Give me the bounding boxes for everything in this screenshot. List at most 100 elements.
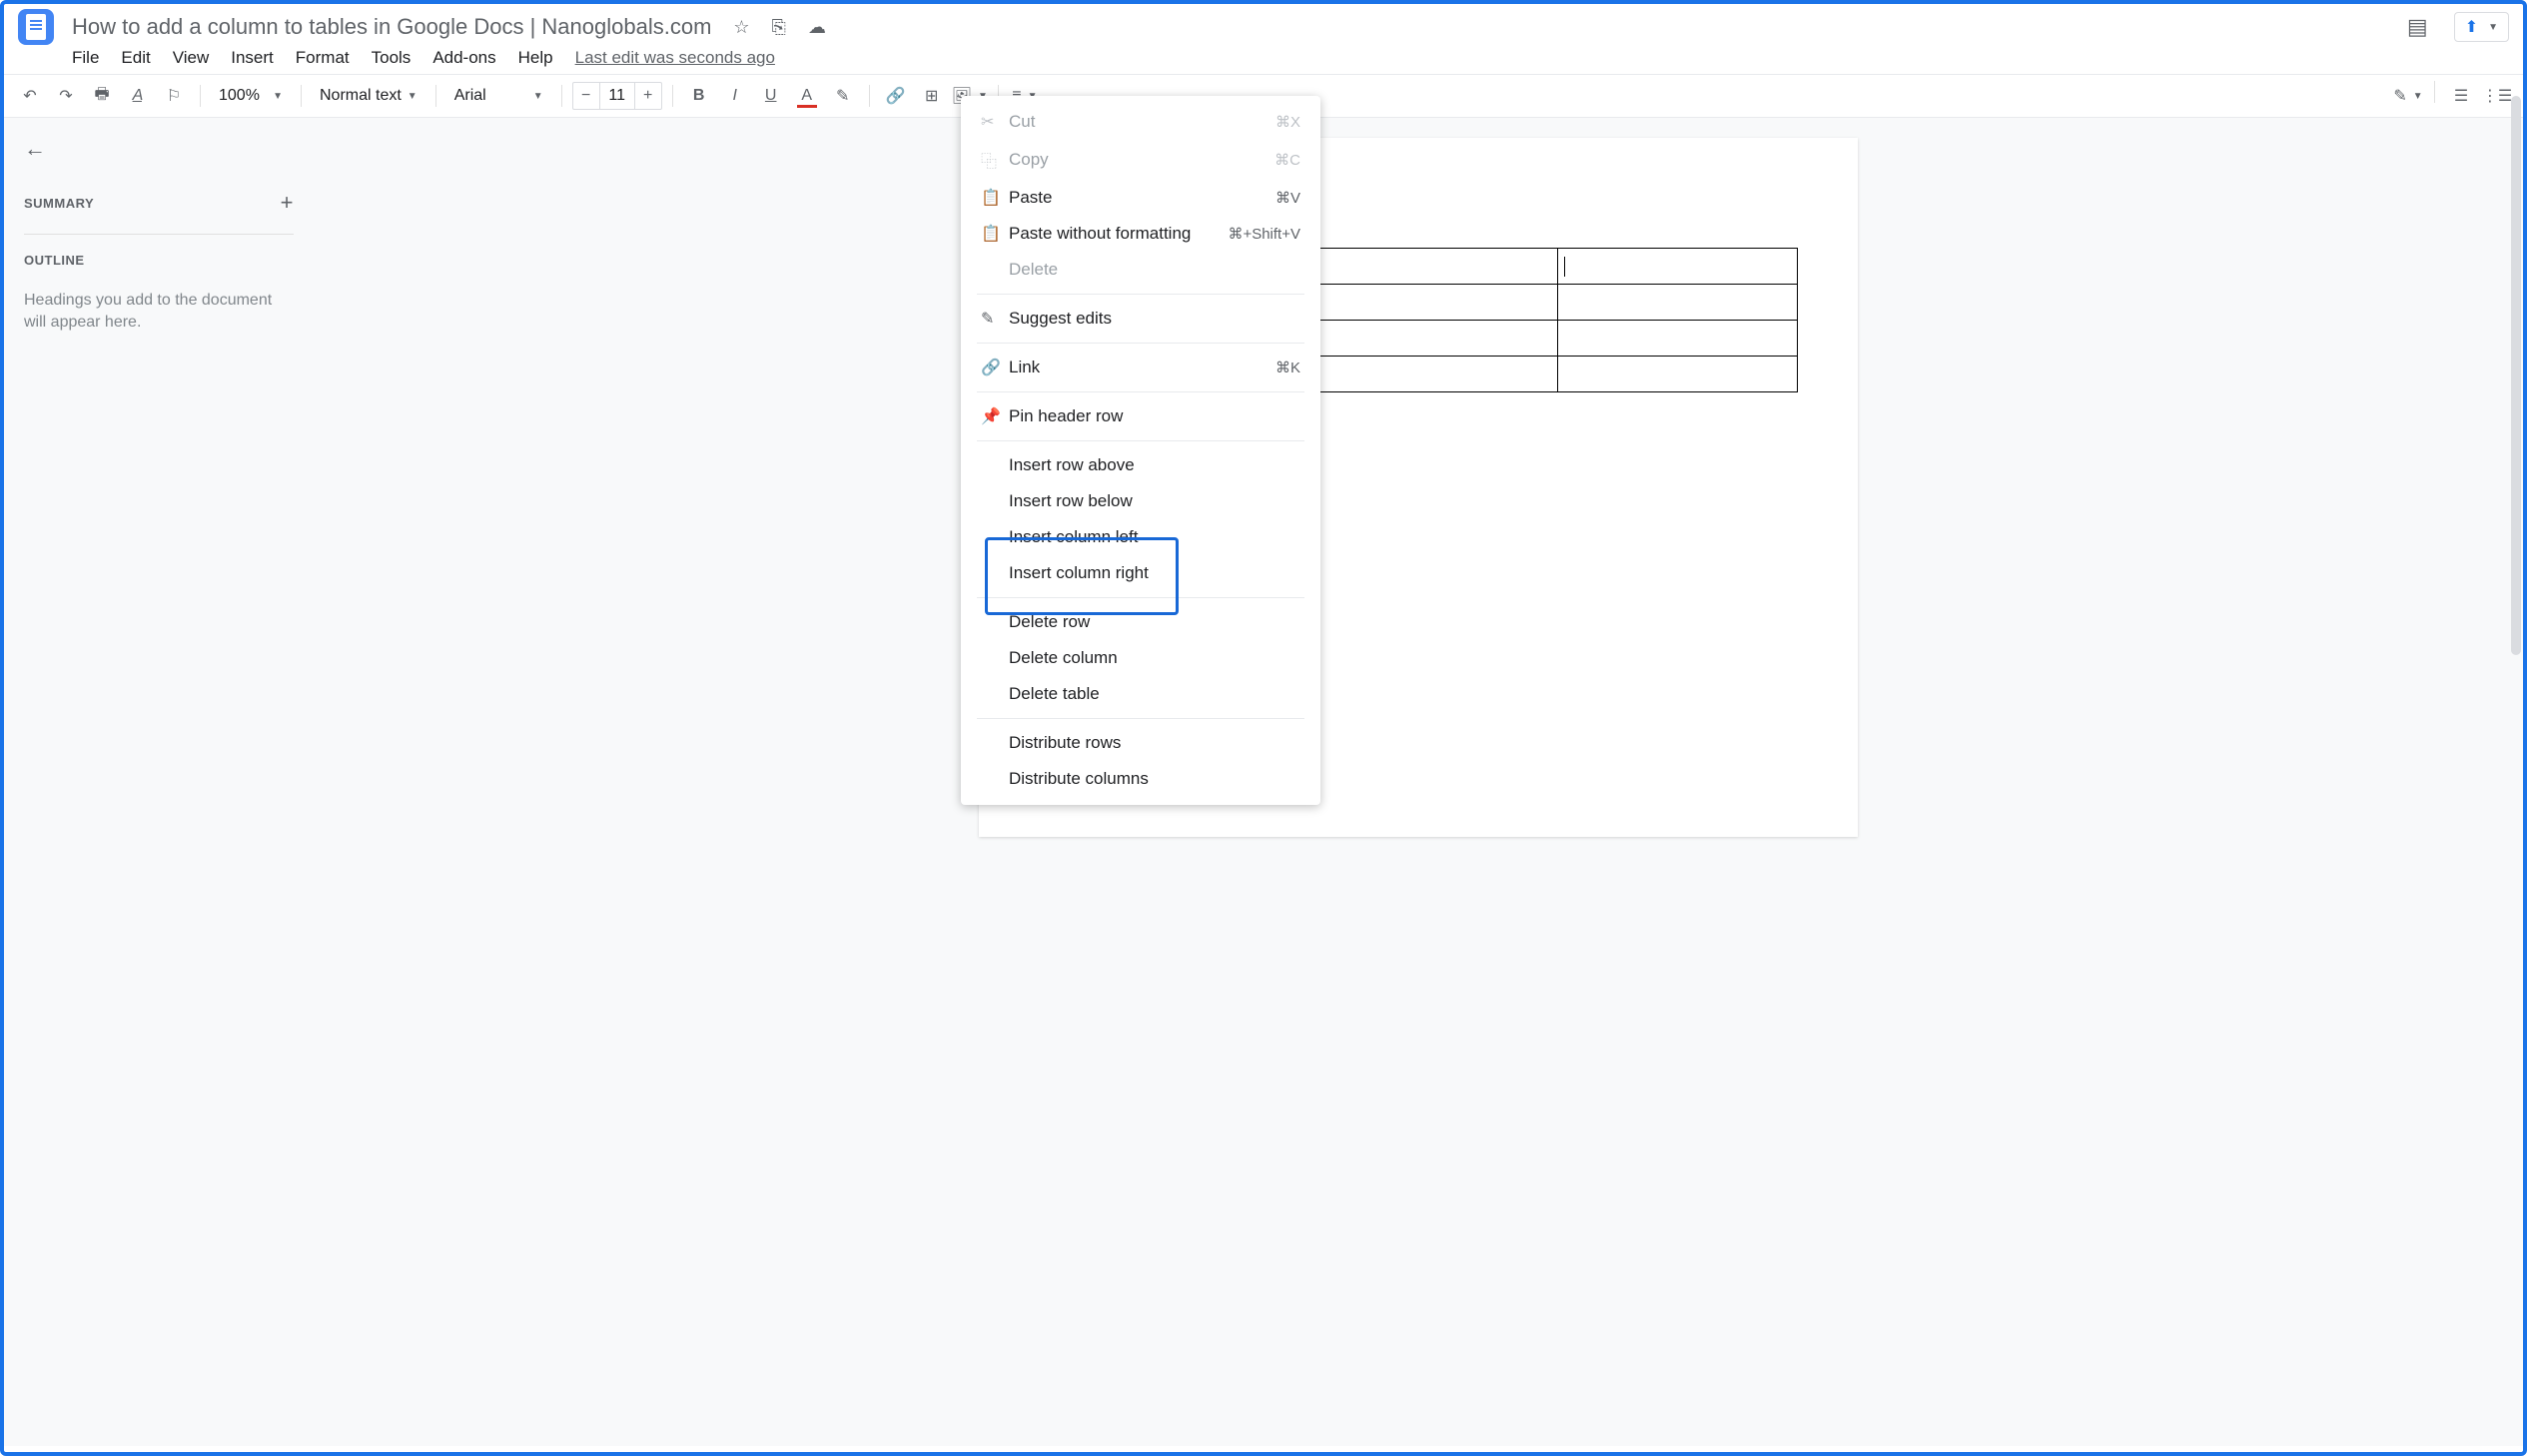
ctx-label: Cut xyxy=(1009,112,1035,132)
clipboard-icon: 📋 xyxy=(981,188,1009,208)
cloud-status-icon[interactable]: ☁ xyxy=(808,17,826,38)
editing-mode-button[interactable]: ✎▼ xyxy=(2392,81,2424,111)
bold-button[interactable]: B xyxy=(683,81,715,111)
underline-button[interactable]: U xyxy=(755,81,787,111)
scissors-icon: ✂ xyxy=(981,112,1009,132)
font-select[interactable]: Arial ▼ xyxy=(446,87,551,105)
outline-heading: OUTLINE xyxy=(24,253,294,268)
highlight-button[interactable]: ✎ xyxy=(827,81,859,111)
copy-icon: ⿻ xyxy=(981,148,1009,172)
font-value: Arial xyxy=(454,87,486,105)
ctx-label: Distribute columns xyxy=(1009,769,1149,789)
side-panel-button[interactable]: ⋮☰ xyxy=(2481,81,2513,111)
divider xyxy=(977,597,1304,598)
comments-button[interactable]: ▤ xyxy=(2407,14,2428,40)
ctx-distribute-columns[interactable]: Distribute columns xyxy=(961,761,1320,797)
summary-heading: SUMMARY xyxy=(24,196,94,211)
ctx-shortcut: ⌘+Shift+V xyxy=(1228,225,1300,243)
add-comment-button[interactable]: ⊞ xyxy=(916,81,948,111)
menu-format[interactable]: Format xyxy=(296,48,350,68)
ctx-label: Copy xyxy=(1009,150,1049,170)
ctx-label: Paste xyxy=(1009,188,1052,208)
collapse-outline-button[interactable]: ← xyxy=(24,136,294,162)
ctx-delete-row[interactable]: Delete row xyxy=(961,604,1320,640)
ctx-label: Delete column xyxy=(1009,648,1118,668)
zoom-select[interactable]: 100% ▼ xyxy=(211,87,291,105)
ctx-suggest-edits[interactable]: ✎Suggest edits xyxy=(961,301,1320,337)
ctx-label: Insert row above xyxy=(1009,455,1135,475)
ctx-label: Paste without formatting xyxy=(1009,224,1191,244)
chevron-down-icon: ▼ xyxy=(273,91,283,102)
menu-file[interactable]: File xyxy=(72,48,99,68)
insert-link-button[interactable]: 🔗 xyxy=(880,81,912,111)
italic-button[interactable]: I xyxy=(719,81,751,111)
menu-edit[interactable]: Edit xyxy=(121,48,150,68)
outline-empty-text: Headings you add to the document will ap… xyxy=(24,290,294,335)
ctx-insert-column-left[interactable]: Insert column left xyxy=(961,519,1320,555)
chevron-down-icon: ▼ xyxy=(533,91,543,102)
ctx-label: Pin header row xyxy=(1009,406,1123,426)
text-cursor xyxy=(1564,257,1565,277)
ctx-copy[interactable]: ⿻Copy ⌘C xyxy=(961,140,1320,180)
ctx-label: Delete xyxy=(1009,260,1058,280)
last-edit-link[interactable]: Last edit was seconds ago xyxy=(575,48,775,68)
menu-tools[interactable]: Tools xyxy=(372,48,412,68)
ctx-shortcut: ⌘C xyxy=(1274,151,1300,169)
context-menu: ✂Cut⌘X ⿻Copy ⌘C 📋Paste ⌘V 📋Paste without f… xyxy=(961,96,1320,805)
ctx-insert-row-below[interactable]: Insert row below xyxy=(961,483,1320,519)
style-value: Normal text xyxy=(320,87,402,105)
font-size-control: − 11 + xyxy=(572,82,662,110)
suggest-icon: ✎ xyxy=(981,309,1009,329)
divider xyxy=(24,234,294,235)
ctx-label: Insert row below xyxy=(1009,491,1133,511)
menu-addons[interactable]: Add-ons xyxy=(432,48,495,68)
ctx-shortcut: ⌘V xyxy=(1275,189,1300,207)
font-size-increase[interactable]: + xyxy=(635,87,661,105)
document-title[interactable]: How to add a column to tables in Google … xyxy=(72,14,711,40)
chevron-down-icon: ▼ xyxy=(2488,22,2498,33)
scrollbar-thumb[interactable] xyxy=(2511,96,2521,655)
ctx-paste-no-format[interactable]: 📋Paste without formatting⌘+Shift+V xyxy=(961,216,1320,252)
share-icon: ⬆ xyxy=(2465,17,2478,37)
link-icon: 🔗 xyxy=(981,358,1009,377)
ctx-distribute-rows[interactable]: Distribute rows xyxy=(961,725,1320,761)
ctx-paste[interactable]: 📋Paste ⌘V xyxy=(961,180,1320,216)
font-size-input[interactable]: 11 xyxy=(599,83,635,109)
divider xyxy=(977,294,1304,295)
divider xyxy=(977,391,1304,392)
move-icon[interactable]: ⎘ xyxy=(772,17,786,38)
menu-view[interactable]: View xyxy=(173,48,210,68)
zoom-value: 100% xyxy=(219,87,260,105)
ctx-link[interactable]: 🔗Link ⌘K xyxy=(961,350,1320,385)
ctx-insert-column-right[interactable]: Insert column right xyxy=(961,555,1320,591)
ctx-cut[interactable]: ✂Cut⌘X xyxy=(961,104,1320,140)
ctx-delete[interactable]: Delete xyxy=(961,252,1320,288)
hide-menus-button[interactable]: ☰ xyxy=(2445,81,2477,111)
paint-format-button[interactable]: ⚐ xyxy=(158,81,190,111)
menu-help[interactable]: Help xyxy=(518,48,553,68)
ctx-insert-row-above[interactable]: Insert row above xyxy=(961,447,1320,483)
print-button[interactable]: 🖶 xyxy=(86,81,118,111)
redo-button[interactable]: ↷ xyxy=(50,81,82,111)
ctx-pin-header-row[interactable]: 📌Pin header row xyxy=(961,398,1320,434)
ctx-label: Link xyxy=(1009,358,1040,377)
ctx-delete-table[interactable]: Delete table xyxy=(961,676,1320,712)
ctx-label: Suggest edits xyxy=(1009,309,1112,329)
share-button[interactable]: ⬆ ▼ xyxy=(2454,12,2509,42)
chevron-down-icon: ▼ xyxy=(408,91,418,102)
docs-logo[interactable] xyxy=(18,9,54,45)
undo-button[interactable]: ↶ xyxy=(14,81,46,111)
spellcheck-button[interactable]: A̲ xyxy=(122,81,154,111)
font-size-decrease[interactable]: − xyxy=(573,87,599,105)
ctx-label: Delete row xyxy=(1009,612,1090,632)
ctx-shortcut: ⌘K xyxy=(1275,359,1300,376)
menu-insert[interactable]: Insert xyxy=(231,48,274,68)
divider xyxy=(977,343,1304,344)
ctx-delete-column[interactable]: Delete column xyxy=(961,640,1320,676)
ctx-label: Insert column right xyxy=(1009,563,1149,583)
add-summary-button[interactable]: + xyxy=(281,190,294,216)
paragraph-style-select[interactable]: Normal text ▼ xyxy=(312,87,425,105)
star-icon[interactable]: ☆ xyxy=(733,17,749,38)
text-color-button[interactable]: A xyxy=(791,81,823,111)
pin-icon: 📌 xyxy=(981,406,1009,426)
